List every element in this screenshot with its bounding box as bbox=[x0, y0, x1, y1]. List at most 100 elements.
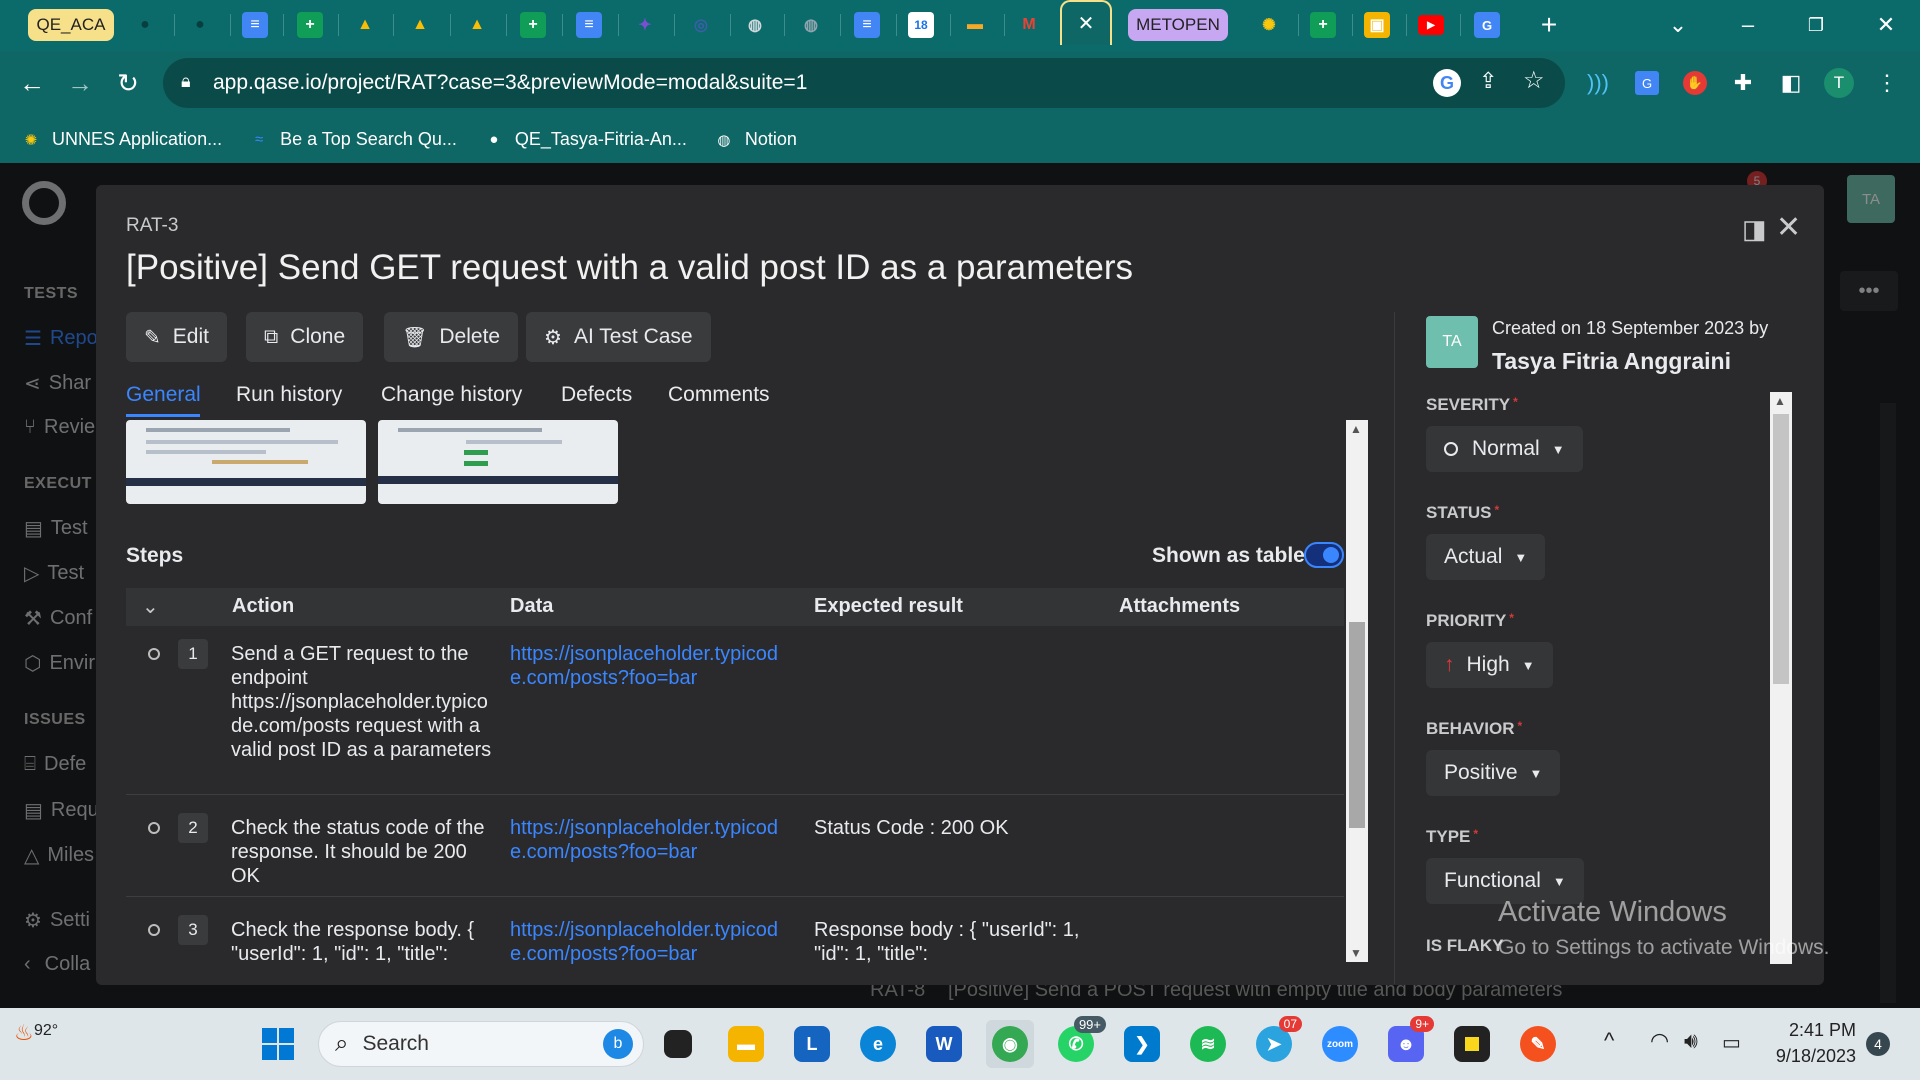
content-scrollbar[interactable]: ▲ ▼ bbox=[1346, 420, 1368, 962]
attachment-thumbnail-2[interactable] bbox=[378, 420, 618, 504]
taskbar-vscode[interactable]: ❯ bbox=[1118, 1020, 1166, 1068]
start-button[interactable] bbox=[254, 1020, 302, 1068]
profile-avatar[interactable]: T bbox=[1824, 68, 1854, 98]
tray-chevron-up-icon[interactable]: ^ bbox=[1604, 1028, 1614, 1054]
step-data-link[interactable]: https://jsonplaceholder.typicode.com/pos… bbox=[510, 918, 790, 966]
bookmark-github[interactable]: ● QE_Tasya-Fitria-An... bbox=[483, 129, 687, 151]
tab-group-metopen[interactable]: METOPEN bbox=[1128, 9, 1228, 41]
tab-slides[interactable]: ▣ bbox=[1362, 6, 1392, 44]
bookmark-notion[interactable]: ◍ Notion bbox=[713, 129, 797, 151]
forward-icon[interactable]: → bbox=[62, 65, 98, 101]
battery-icon[interactable]: ▭ bbox=[1722, 1030, 1741, 1055]
tab-change-history[interactable]: Change history bbox=[381, 383, 522, 407]
tab-search-chevron-icon[interactable]: ⌄ bbox=[1654, 6, 1702, 44]
tab-active[interactable]: ✕ bbox=[1060, 0, 1112, 45]
taskbar-app-orange[interactable]: ✎ bbox=[1514, 1020, 1562, 1068]
tab-github-2[interactable]: ● bbox=[185, 6, 215, 44]
tab-site-3[interactable]: ▬ bbox=[960, 6, 990, 44]
tab-site-2[interactable]: ◎ bbox=[686, 6, 716, 44]
tab-site[interactable]: ✦ bbox=[630, 6, 660, 44]
attachment-thumbnail-1[interactable] bbox=[126, 420, 366, 504]
behavior-dropdown[interactable]: Positive ▼ bbox=[1426, 750, 1561, 796]
clock-date[interactable]: 9/18/2023 bbox=[1772, 1046, 1856, 1067]
step-select-radio[interactable] bbox=[148, 822, 160, 834]
side-panel-icon[interactable]: ◧ bbox=[1774, 66, 1808, 100]
taskbar-sticky-notes[interactable] bbox=[1448, 1020, 1496, 1068]
url-text[interactable]: app.qase.io/project/RAT?case=3&previewMo… bbox=[213, 71, 807, 95]
tab-drive-3[interactable]: ▲ bbox=[462, 6, 492, 44]
volume-icon[interactable]: 🔊︎ bbox=[1684, 1028, 1698, 1054]
address-bar[interactable]: 🔒︎ app.qase.io/project/RAT?case=3&previe… bbox=[163, 58, 1565, 108]
minimize-icon[interactable]: – bbox=[1724, 6, 1772, 44]
bookmark-search-quality[interactable]: ≈ Be a Top Search Qu... bbox=[248, 129, 457, 151]
tab-github[interactable]: ● bbox=[130, 6, 160, 44]
severity-dropdown[interactable]: Normal ▼ bbox=[1426, 426, 1583, 472]
step-select-radio[interactable] bbox=[148, 648, 160, 660]
extensions-puzzle-icon[interactable]: ✚ bbox=[1726, 66, 1760, 100]
taskbar-search[interactable]: ⌕ Search b bbox=[318, 1021, 644, 1067]
speechify-icon[interactable]: ))) bbox=[1581, 66, 1615, 100]
tab-sheets-2[interactable]: + bbox=[518, 6, 548, 44]
bing-icon[interactable]: b bbox=[603, 1029, 633, 1059]
tab-docs-3[interactable]: ≡ bbox=[852, 6, 882, 44]
tab-globe-2[interactable]: ◍ bbox=[796, 6, 826, 44]
window-close-icon[interactable]: ✕ bbox=[1862, 6, 1910, 44]
tab-unnes[interactable]: ✺ bbox=[1254, 6, 1284, 44]
edit-button[interactable]: ✎ Edit bbox=[126, 312, 227, 362]
collapse-all-icon[interactable]: ⌄ bbox=[142, 594, 159, 619]
panel-scrollbar[interactable]: ▲ bbox=[1770, 392, 1792, 964]
reload-icon[interactable]: ↻ bbox=[110, 65, 146, 101]
step-select-radio[interactable] bbox=[148, 924, 160, 936]
task-view-button[interactable] bbox=[654, 1020, 702, 1068]
tab-defects[interactable]: Defects bbox=[561, 383, 632, 407]
taskbar-telegram[interactable]: ➤ 07 bbox=[1250, 1016, 1302, 1068]
tab-run-history[interactable]: Run history bbox=[236, 383, 342, 407]
close-modal-icon[interactable]: ✕ bbox=[1776, 210, 1801, 245]
back-icon[interactable]: ← bbox=[14, 65, 50, 101]
translate-extension-icon[interactable]: G bbox=[1635, 71, 1659, 95]
browser-menu-icon[interactable]: ⋮ bbox=[1870, 66, 1904, 100]
bookmark-star-icon[interactable]: ☆ bbox=[1523, 66, 1545, 95]
notification-count-badge[interactable]: 4 bbox=[1866, 1032, 1890, 1056]
google-icon[interactable]: G bbox=[1433, 69, 1461, 97]
new-tab-button[interactable]: + bbox=[1534, 6, 1564, 44]
restore-icon[interactable]: ❐ bbox=[1792, 6, 1840, 44]
tab-youtube[interactable]: ▶ bbox=[1416, 6, 1446, 44]
taskbar-discord[interactable]: ☻ 9+ bbox=[1382, 1016, 1434, 1068]
tab-general[interactable]: General bbox=[126, 383, 201, 407]
adblock-icon[interactable]: ✋ bbox=[1683, 71, 1707, 95]
scrollbar-thumb[interactable] bbox=[1349, 622, 1365, 828]
share-icon[interactable]: ⇪ bbox=[1479, 68, 1497, 94]
tab-drive[interactable]: ▲ bbox=[350, 6, 380, 44]
bookmark-unnes[interactable]: ✺ UNNES Application... bbox=[20, 129, 222, 151]
tab-calendar[interactable]: 18 bbox=[906, 6, 936, 44]
shown-as-table-toggle[interactable] bbox=[1304, 542, 1344, 568]
tab-globe[interactable]: ◍ bbox=[740, 6, 770, 44]
taskbar-edge[interactable]: e bbox=[854, 1020, 902, 1068]
expand-panel-icon[interactable]: ◨ bbox=[1742, 214, 1767, 245]
taskbar-file-explorer[interactable]: ▬ bbox=[722, 1020, 770, 1068]
wifi-icon[interactable]: ◠ bbox=[1650, 1028, 1669, 1054]
tab-sheets-3[interactable]: + bbox=[1308, 6, 1338, 44]
tab-translate[interactable]: G bbox=[1472, 6, 1502, 44]
delete-button[interactable]: 🗑︎ Delete bbox=[384, 312, 519, 362]
taskbar-zoom[interactable]: zoom bbox=[1316, 1020, 1364, 1068]
clock-time[interactable]: 2:41 PM bbox=[1772, 1020, 1856, 1041]
tab-sheets[interactable]: + bbox=[295, 6, 325, 44]
taskbar-whatsapp[interactable]: ✆ 99+ bbox=[1052, 1016, 1106, 1068]
taskbar-spotify[interactable]: ≋ bbox=[1184, 1020, 1232, 1068]
close-tab-icon[interactable]: ✕ bbox=[1078, 11, 1095, 36]
priority-dropdown[interactable]: ↑ High ▼ bbox=[1426, 642, 1553, 688]
tab-docs[interactable]: ≡ bbox=[240, 6, 270, 44]
scrollbar-thumb[interactable] bbox=[1773, 414, 1789, 684]
tab-comments[interactable]: Comments bbox=[668, 383, 770, 407]
taskbar-chrome[interactable]: ◉ bbox=[986, 1020, 1034, 1068]
tab-docs-2[interactable]: ≡ bbox=[574, 6, 604, 44]
taskbar-app-l[interactable]: L bbox=[788, 1020, 836, 1068]
step-data-link[interactable]: https://jsonplaceholder.typicode.com/pos… bbox=[510, 816, 790, 864]
status-dropdown[interactable]: Actual ▼ bbox=[1426, 534, 1546, 580]
step-data-link[interactable]: https://jsonplaceholder.typicode.com/pos… bbox=[510, 642, 790, 690]
tab-group-qe-aca[interactable]: QE_ACA bbox=[28, 9, 114, 41]
weather-temp[interactable]: 92° bbox=[34, 1022, 58, 1040]
weather-icon[interactable]: ♨ bbox=[14, 1020, 34, 1046]
